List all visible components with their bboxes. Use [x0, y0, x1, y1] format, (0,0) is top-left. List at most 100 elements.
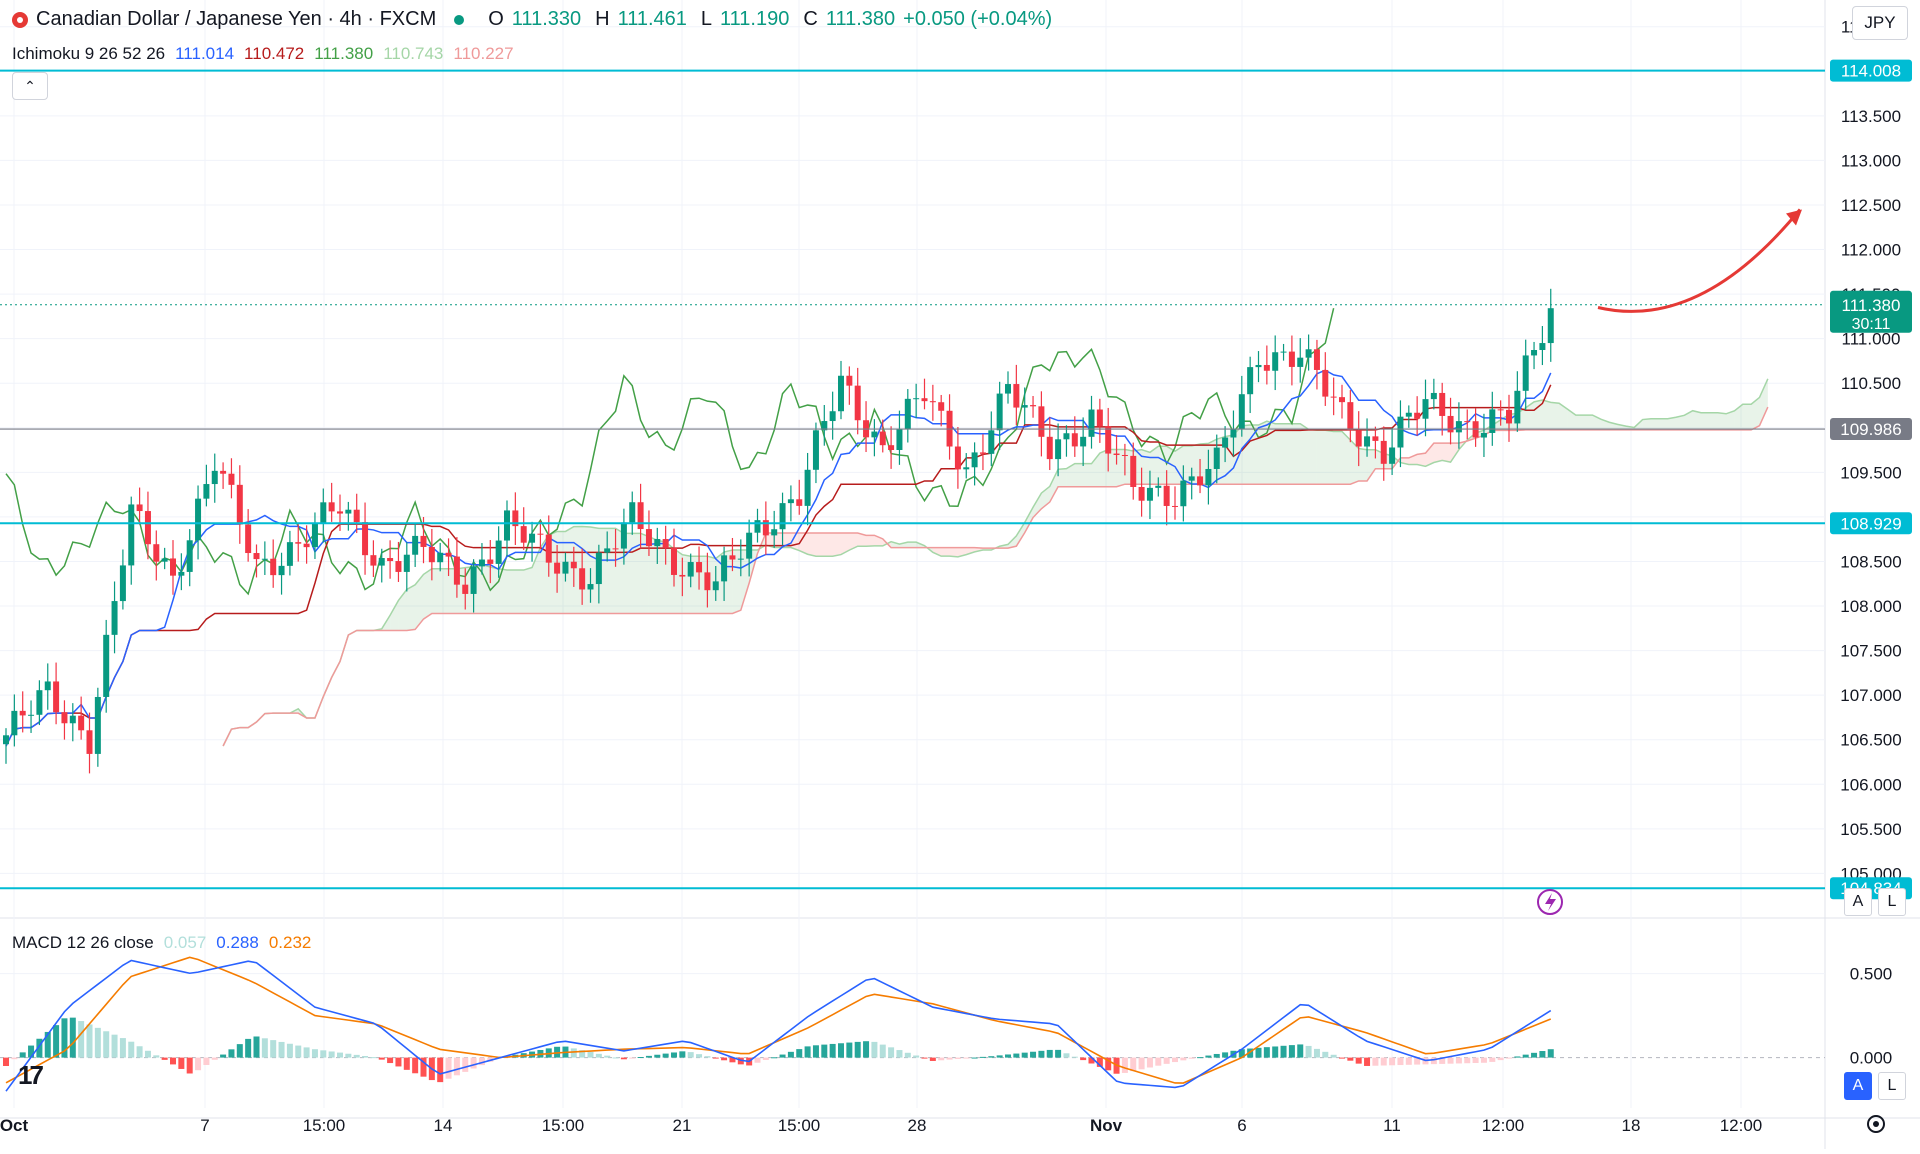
candle-body [621, 522, 627, 548]
candle-body [1155, 486, 1161, 488]
candle-body [1548, 308, 1554, 343]
macd-signal-value: 0.232 [269, 933, 312, 953]
macd-histogram-bar [963, 1058, 969, 1059]
tradingview-logo-icon[interactable]: 17 [18, 1060, 41, 1091]
candle-body [404, 555, 410, 572]
macd-histogram-bar [980, 1057, 986, 1058]
macd-histogram-bar [1531, 1053, 1537, 1058]
macd-histogram-bar [345, 1054, 351, 1058]
macd-histogram [3, 1018, 1554, 1082]
macd-histogram-bar [212, 1058, 218, 1060]
candle-body [638, 502, 644, 529]
macd-histogram-bar [604, 1056, 610, 1058]
macd-histogram-bar [1322, 1052, 1328, 1058]
macd-histogram-bar [70, 1018, 76, 1058]
macd-histogram-bar [254, 1036, 260, 1057]
candle-body [120, 565, 126, 601]
candle-body [20, 711, 26, 716]
macd-histogram-bar [688, 1052, 694, 1057]
chart-root[interactable]: 105.000105.500106.000106.500107.000107.5… [0, 0, 1920, 1149]
macd-histogram-bar [596, 1054, 602, 1058]
candle-body [646, 529, 652, 546]
cloud-segment [1284, 424, 1292, 485]
symbol-title[interactable]: Canadian Dollar / Japanese Yen · 4h · FX… [36, 8, 436, 31]
ichimoku-legend[interactable]: Ichimoku 9 26 52 26 111.014 110.472 111.… [12, 44, 514, 64]
macd-histogram-bar [771, 1057, 777, 1058]
macd-histogram-bar [821, 1045, 827, 1058]
candle-body [1289, 352, 1295, 367]
candle-body [162, 558, 168, 561]
macd-histogram-bar [87, 1024, 93, 1057]
candle-body [153, 544, 159, 561]
candle-body [546, 535, 552, 563]
candle-body [36, 690, 42, 715]
macd-tick-label: 0.000 [1850, 1049, 1893, 1068]
candle-body [28, 715, 34, 716]
candle-body [53, 681, 59, 712]
candle-body [1072, 433, 1078, 446]
candle-body [713, 581, 719, 590]
macd-histogram-bar [395, 1058, 401, 1067]
candle-body [913, 398, 919, 399]
close-label: C [803, 8, 817, 31]
candle-body [379, 558, 385, 566]
ichimoku-name: Ichimoku 9 26 52 26 [12, 44, 165, 64]
candle-body [696, 562, 702, 572]
candle-body [61, 712, 67, 723]
collapse-legend-button[interactable]: ⌃ [12, 72, 48, 100]
macd-histogram-bar [1155, 1058, 1161, 1066]
candle-body [237, 485, 243, 525]
candle-body [345, 510, 351, 514]
cloud-segment [1760, 379, 1768, 426]
cloud-segment [1559, 403, 1567, 430]
cloud-segment [824, 533, 832, 556]
canada-flag-icon [12, 12, 28, 28]
macd-auto-scale-button[interactable]: A [1844, 1072, 1872, 1100]
macd-histogram-bar [446, 1058, 452, 1079]
countdown-label: 30:11 [1852, 316, 1891, 333]
candle-body [1089, 410, 1095, 437]
candle-body [1481, 433, 1487, 438]
candle-body [1306, 349, 1312, 357]
macd-histogram-bar [905, 1053, 911, 1058]
macd-histogram-bar [1205, 1056, 1211, 1058]
candle-body [1523, 355, 1529, 390]
macd-histogram-bar [379, 1058, 385, 1060]
candle-body [412, 536, 418, 555]
cloud-segment [1100, 450, 1108, 487]
candle-body [1347, 402, 1353, 430]
candle-body [830, 411, 836, 421]
macd-histogram-bar [1063, 1053, 1069, 1057]
candle-body [362, 522, 368, 555]
chart-canvas[interactable]: 105.000105.500106.000106.500107.000107.5… [0, 0, 1920, 1149]
macd-histogram-bar [1489, 1058, 1495, 1062]
macd-histogram-bar [237, 1044, 243, 1057]
macd-histogram-bar [721, 1058, 727, 1061]
candle-body [195, 499, 201, 541]
macd-histogram-bar [1022, 1053, 1028, 1058]
cloud-segment [908, 542, 916, 548]
macd-legend[interactable]: MACD 12 26 close 0.057 0.288 0.232 [12, 933, 311, 953]
time-tick-label: 11 [1383, 1116, 1401, 1135]
candle-body [454, 557, 460, 585]
candle-body [771, 529, 777, 535]
candle-body [437, 553, 443, 562]
macd-histogram-bar [704, 1056, 710, 1057]
macd-log-scale-button[interactable]: L [1878, 1072, 1906, 1100]
candle-body [471, 566, 477, 594]
macd-histogram-bar [788, 1052, 794, 1058]
auto-scale-button[interactable]: A [1844, 888, 1872, 916]
cloud-segment [390, 600, 398, 630]
cloud-segment [657, 540, 665, 613]
macd-histogram-bar [1389, 1058, 1395, 1066]
open-value: 111.330 [512, 8, 581, 31]
log-scale-button[interactable]: L [1878, 888, 1906, 916]
candle-body [688, 562, 694, 577]
candle-body [1397, 417, 1403, 448]
time-tick-label: 18 [1622, 1116, 1641, 1135]
currency-button[interactable]: JPY [1852, 6, 1908, 40]
candle-body [1047, 437, 1053, 459]
cloud-segment [1242, 425, 1250, 484]
candle-body [1448, 416, 1454, 432]
price-tick-label: 113.000 [1841, 151, 1901, 170]
